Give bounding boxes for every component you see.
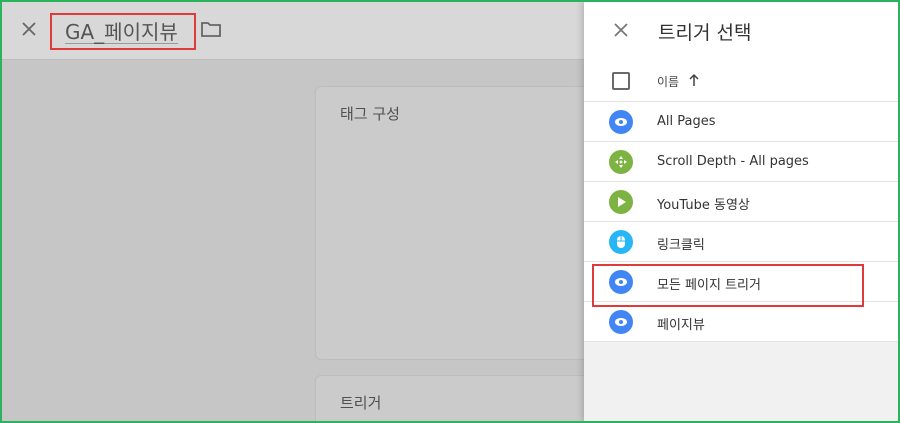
trigger-card[interactable]: 트리거 bbox=[315, 375, 615, 421]
tag-name-highlight bbox=[50, 13, 196, 50]
trigger-row-all-pages[interactable]: All Pages bbox=[584, 102, 898, 142]
trigger-row-all-pages-trigger[interactable]: 모든 페이지 트리거 bbox=[584, 262, 898, 302]
eye-icon bbox=[609, 310, 633, 334]
trigger-card-title: 트리거 bbox=[340, 394, 382, 412]
list-header: 이름 bbox=[584, 60, 898, 102]
eye-icon bbox=[609, 110, 633, 134]
panel-title: 트리거 선택 bbox=[658, 22, 752, 44]
close-icon bbox=[22, 22, 36, 36]
trigger-select-panel: 트리거 선택 이름 All Pages Scroll Depth - All p… bbox=[584, 2, 898, 421]
close-icon bbox=[614, 23, 628, 37]
trigger-row-youtube[interactable]: YouTube 동영상 bbox=[584, 182, 898, 222]
eye-icon bbox=[609, 270, 633, 294]
panel-close-button[interactable] bbox=[608, 17, 634, 43]
name-column-header[interactable]: 이름 bbox=[657, 73, 679, 90]
editor-close-button[interactable] bbox=[16, 16, 42, 42]
move-arrows-icon bbox=[609, 150, 633, 174]
trigger-row-link-click[interactable]: 링크클릭 bbox=[584, 222, 898, 262]
trigger-label: YouTube 동영상 bbox=[657, 198, 750, 213]
trigger-label: 링크클릭 bbox=[657, 238, 705, 253]
select-all-checkbox[interactable] bbox=[612, 72, 630, 90]
panel-header: 트리거 선택 bbox=[584, 2, 898, 60]
trigger-label: 페이지뷰 bbox=[657, 318, 705, 333]
mouse-icon bbox=[609, 230, 633, 254]
trigger-row-scroll-depth[interactable]: Scroll Depth - All pages bbox=[584, 142, 898, 182]
tag-config-title: 태그 구성 bbox=[340, 105, 400, 123]
play-icon bbox=[609, 190, 633, 214]
tag-config-card[interactable]: 태그 구성 bbox=[315, 86, 615, 360]
trigger-list: 이름 All Pages Scroll Depth - All pages Yo… bbox=[584, 60, 898, 342]
trigger-label: All Pages bbox=[657, 114, 716, 129]
sort-arrow-up-icon[interactable] bbox=[688, 73, 700, 87]
folder-icon[interactable] bbox=[200, 19, 222, 39]
trigger-label: 모든 페이지 트리거 bbox=[657, 278, 761, 293]
trigger-label: Scroll Depth - All pages bbox=[657, 154, 809, 169]
app-frame: GA_페이지뷰 태그 구성 트리거 트리거 선택 이름 All Pages Sc… bbox=[2, 2, 898, 421]
trigger-row-pageview[interactable]: 페이지뷰 bbox=[584, 302, 898, 342]
